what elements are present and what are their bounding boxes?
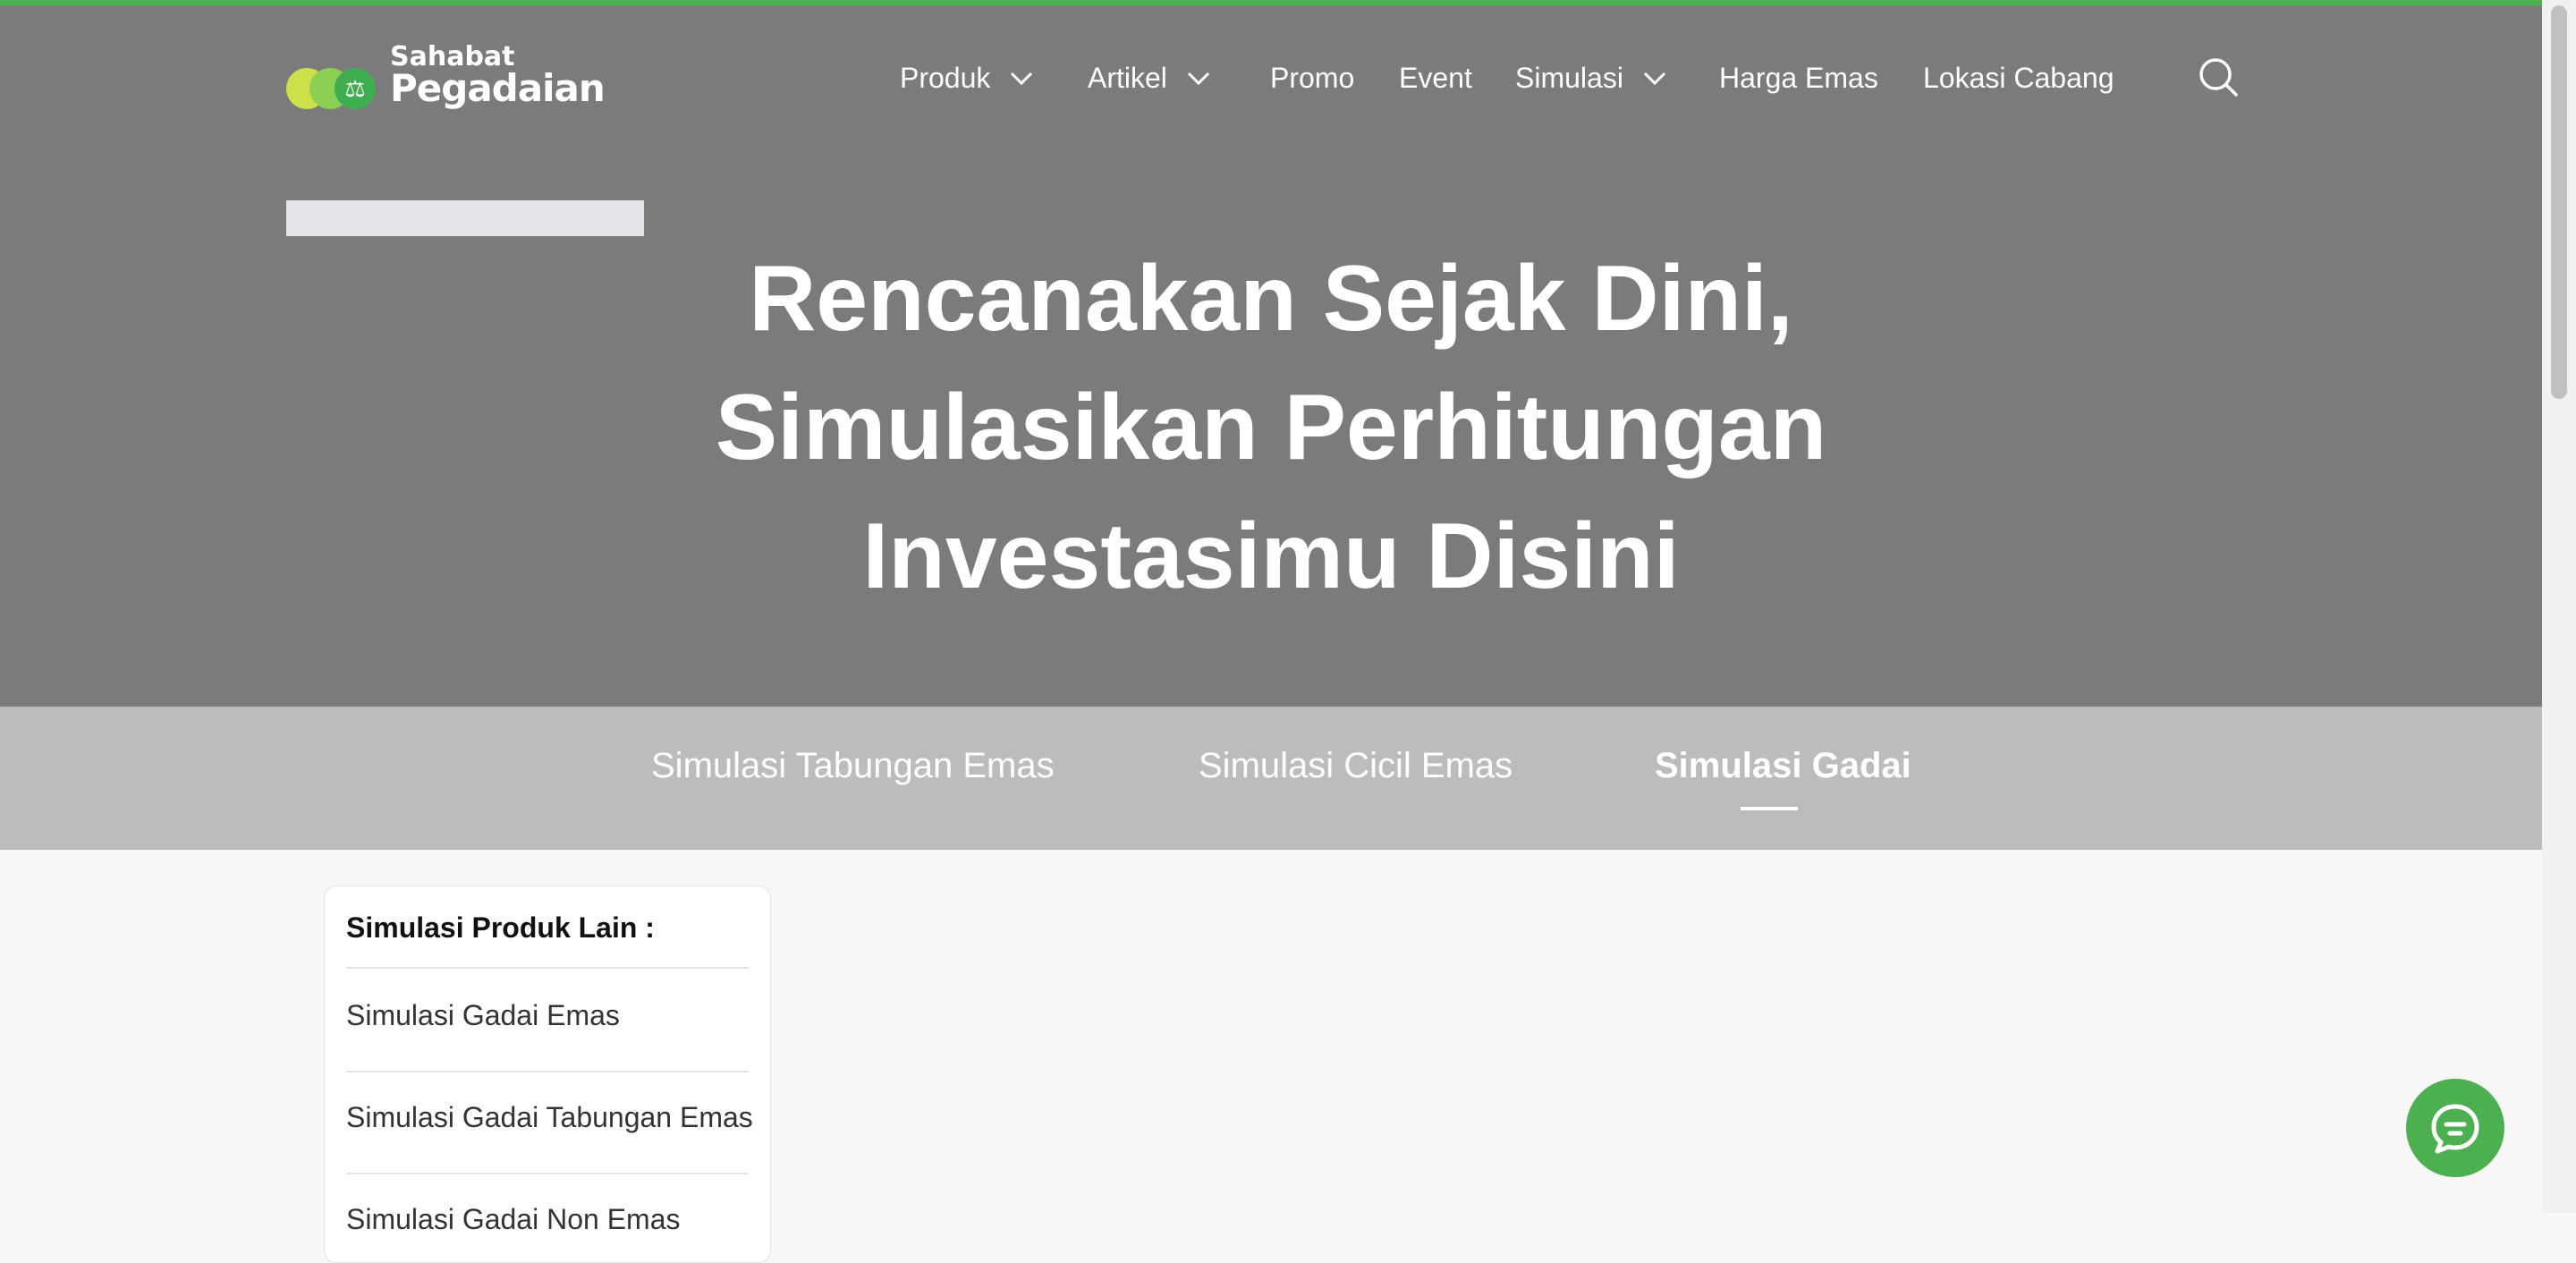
- simulation-tabs: Simulasi Tabungan Emas Simulasi Cicil Em…: [0, 707, 2542, 850]
- nav-item-artikel[interactable]: Artikel: [1088, 54, 1212, 102]
- hero-line-3: Investasimu Disini: [862, 504, 1680, 608]
- nav-item-promo[interactable]: Promo: [1270, 54, 1354, 102]
- active-tab-indicator: [1741, 807, 1798, 810]
- sidebar-item-gadai-tabungan-emas[interactable]: Simulasi Gadai Tabungan Emas: [346, 1101, 753, 1134]
- sidebar-item-gadai-emas[interactable]: Simulasi Gadai Emas: [346, 999, 620, 1032]
- page: ⚖ Sahabat Pegadaian Produk Artikel Promo…: [0, 0, 2542, 1263]
- chat-button[interactable]: [2406, 1079, 2504, 1177]
- nav-label: Harga Emas: [1719, 61, 1878, 94]
- chevron-down-icon: [1011, 72, 1033, 86]
- nav-label: Simulasi: [1515, 61, 1623, 94]
- hero-line-2: Simulasikan Perhitungan: [715, 376, 1827, 479]
- divider: [346, 1173, 749, 1174]
- nav-item-produk[interactable]: Produk: [900, 54, 1035, 102]
- chevron-down-icon: [1187, 72, 1209, 86]
- chat-icon: [2431, 1104, 2479, 1154]
- scale-icon: ⚖: [335, 68, 376, 109]
- nav-label: Lokasi Cabang: [1923, 61, 2114, 94]
- hero-placeholder-bar: [286, 200, 644, 236]
- nav-label: Artikel: [1088, 61, 1167, 94]
- tab-simulasi-gadai[interactable]: Simulasi Gadai: [1655, 746, 1911, 800]
- hero-headline: Rencanakan Sejak Dini, Simulasikan Perhi…: [626, 234, 1916, 621]
- card-title: Simulasi Produk Lain :: [346, 911, 655, 944]
- other-products-card: Simulasi Produk Lain : Simulasi Gadai Em…: [324, 886, 771, 1263]
- nav-label: Produk: [900, 61, 991, 94]
- nav-label: Promo: [1270, 61, 1355, 94]
- nav-label: Event: [1399, 61, 1472, 94]
- divider: [346, 1071, 749, 1072]
- divider: [346, 967, 749, 969]
- brand-big-text: Pegadaian: [390, 66, 606, 110]
- search-icon[interactable]: [2197, 55, 2240, 98]
- brand-logo[interactable]: ⚖ Sahabat Pegadaian: [286, 41, 606, 122]
- nav-item-event[interactable]: Event: [1399, 54, 1472, 102]
- sidebar-item-gadai-non-emas[interactable]: Simulasi Gadai Non Emas: [346, 1203, 680, 1236]
- hero-line-1: Rencanakan Sejak Dini,: [749, 247, 1793, 351]
- nav-item-harga-emas[interactable]: Harga Emas: [1719, 54, 1878, 102]
- chevron-down-icon: [1643, 72, 1665, 86]
- nav-item-lokasi-cabang[interactable]: Lokasi Cabang: [1923, 54, 2114, 102]
- tab-simulasi-tabungan-emas[interactable]: Simulasi Tabungan Emas: [651, 746, 1055, 800]
- nav-item-simulasi[interactable]: Simulasi: [1515, 54, 1668, 102]
- scrollbar-thumb[interactable]: [2551, 5, 2567, 399]
- tab-simulasi-cicil-emas[interactable]: Simulasi Cicil Emas: [1199, 746, 1513, 800]
